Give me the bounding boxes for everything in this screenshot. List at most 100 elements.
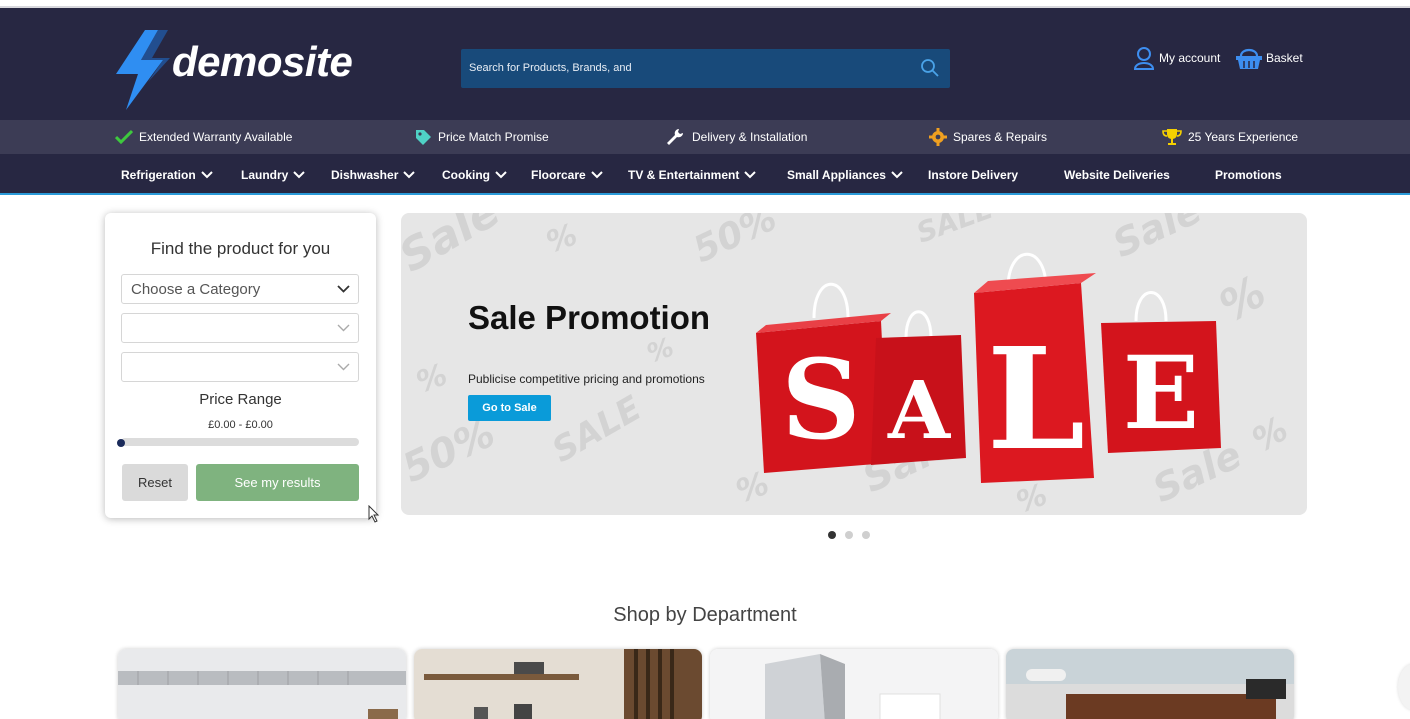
category-select[interactable]: Choose a Category: [121, 274, 359, 304]
brand-select[interactable]: [121, 352, 359, 382]
trophy-icon: [1162, 129, 1182, 145]
chevron-down-icon: [495, 170, 507, 178]
search-icon[interactable]: [920, 58, 940, 78]
department-card-refrigeration[interactable]: [710, 649, 998, 719]
usp-delivery-installation: Delivery & Installation: [666, 120, 807, 154]
banner-title: Sale Promotion: [468, 299, 711, 336]
bag-letter: S: [781, 335, 860, 464]
usp-extended-warranty: Extended Warranty Available: [115, 120, 292, 154]
gear-icon: [929, 128, 947, 146]
usp-label: Spares & Repairs: [953, 130, 1048, 144]
sale-bag-e: E: [1101, 321, 1221, 453]
nav-item-cooking[interactable]: Cooking: [442, 154, 507, 195]
see-results-button[interactable]: See my results: [196, 464, 359, 501]
carousel-dot-3[interactable]: [862, 531, 870, 539]
shop-by-department-title: Shop by Department: [613, 604, 797, 626]
go-to-sale-button[interactable]: Go to Sale: [468, 395, 551, 421]
sale-bag-s: S: [756, 313, 891, 473]
my-account-label: My account: [1159, 51, 1221, 65]
wrench-icon: [667, 129, 683, 145]
nav-item-laundry[interactable]: Laundry: [241, 154, 306, 195]
nav-item-promotions[interactable]: Promotions: [1215, 154, 1282, 195]
department-image: [710, 649, 998, 719]
basket-label: Basket: [1266, 51, 1303, 65]
chevron-down-icon: [891, 170, 903, 178]
mouse-cursor-icon: [368, 505, 380, 523]
nav-item-floorcare[interactable]: Floorcare: [531, 154, 603, 195]
nav-item-website-deliveries[interactable]: Website Deliveries: [1064, 154, 1170, 195]
user-icon: [1133, 47, 1155, 70]
nav-label: Dishwasher: [331, 167, 399, 182]
site-logo-text[interactable]: demosite: [172, 38, 353, 86]
svg-text:%: %: [542, 217, 582, 260]
department-card-furniture[interactable]: [1006, 649, 1294, 719]
chevron-down-icon: [337, 363, 350, 371]
svg-text:Sale: Sale: [401, 213, 509, 283]
nav-label: Instore Delivery: [928, 167, 1019, 182]
usp-label: Delivery & Installation: [692, 130, 808, 144]
banner-subtitle: Publicise competitive pricing and promot…: [468, 372, 705, 386]
nav-label: Cooking: [442, 167, 490, 182]
chevron-down-icon: [403, 170, 416, 178]
svg-text:SALE: SALE: [546, 388, 649, 470]
search-input[interactable]: Search for Products, Brands, and: [469, 62, 632, 74]
nav-item-small-appliances[interactable]: Small Appliances: [787, 154, 903, 195]
price-slider-handle[interactable]: [117, 439, 125, 447]
search-bar[interactable]: Search for Products, Brands, and: [461, 49, 950, 88]
price-tag-icon: [416, 130, 431, 145]
svg-text:%: %: [412, 357, 452, 400]
nav-label: Refrigeration: [121, 167, 196, 182]
department-card-small-appliances[interactable]: [414, 649, 702, 719]
nav-label: Website Deliveries: [1064, 167, 1170, 182]
svg-text:%: %: [643, 332, 678, 369]
basket-link[interactable]: Basket: [1235, 44, 1303, 72]
checkmark-icon: [115, 129, 133, 145]
sale-bags-illustration: S A L E: [756, 252, 1221, 483]
finder-title: Find the product for you: [150, 239, 331, 258]
carousel-dot-2[interactable]: [845, 531, 853, 539]
department-image: [414, 649, 702, 719]
nav-label: Small Appliances: [787, 167, 886, 182]
reset-button[interactable]: Reset: [122, 464, 188, 501]
usp-price-match: Price Match Promise: [414, 120, 549, 154]
product-finder-panel: Find the product for you Choose a Catego…: [105, 213, 376, 518]
promo-banner[interactable]: Sale % 50% SALE Sale % % 50% SALE % Sale…: [401, 213, 1307, 515]
price-range-value: £0.00 - £0.00: [208, 419, 273, 431]
chevron-down-icon: [337, 324, 350, 332]
usp-spares-repairs: Spares & Repairs: [929, 120, 1047, 154]
main-nav: Refrigeration Laundry Dishwasher Cooking…: [0, 154, 1410, 195]
nav-item-instore-delivery[interactable]: Instore Delivery: [928, 154, 1018, 195]
carousel-dot-1[interactable]: [828, 531, 836, 539]
basket-icon: [1236, 48, 1262, 69]
my-account-link[interactable]: My account: [1133, 44, 1220, 72]
department-image: [1006, 649, 1294, 719]
chevron-down-icon: [293, 170, 306, 178]
nav-label: Laundry: [241, 167, 289, 182]
bag-letter: L: [987, 318, 1085, 482]
department-image: [118, 649, 406, 719]
carousel-dots: [828, 531, 870, 539]
nav-item-refrigeration[interactable]: Refrigeration: [121, 154, 213, 195]
chat-help-tab[interactable]: [1398, 664, 1410, 710]
subcategory-select[interactable]: [121, 313, 359, 343]
chevron-down-icon: [337, 285, 350, 293]
svg-text:50%: 50%: [401, 410, 502, 492]
price-slider-track[interactable]: [121, 438, 359, 446]
usp-label: Extended Warranty Available: [139, 130, 293, 144]
department-card-kitchen[interactable]: [118, 649, 406, 719]
nav-item-tv-entertainment[interactable]: TV & Entertainment: [628, 154, 757, 195]
sale-bag-l: L: [974, 273, 1096, 483]
usp-25-years: 25 Years Experience: [1162, 120, 1298, 154]
svg-text:%: %: [1246, 409, 1296, 461]
usp-label: Price Match Promise: [438, 130, 549, 144]
price-range-label: Price Range: [199, 391, 282, 408]
bag-letter: E: [1123, 334, 1199, 452]
usp-bar: Extended Warranty Available Price Match …: [0, 120, 1410, 154]
bag-letter: A: [887, 363, 951, 457]
nav-label: Floorcare: [531, 167, 586, 182]
nav-item-dishwasher[interactable]: Dishwasher: [331, 154, 416, 195]
chevron-down-icon: [744, 170, 757, 178]
nav-label: Promotions: [1215, 167, 1282, 182]
usp-label: 25 Years Experience: [1188, 130, 1299, 144]
category-select-value: Choose a Category: [131, 281, 261, 298]
